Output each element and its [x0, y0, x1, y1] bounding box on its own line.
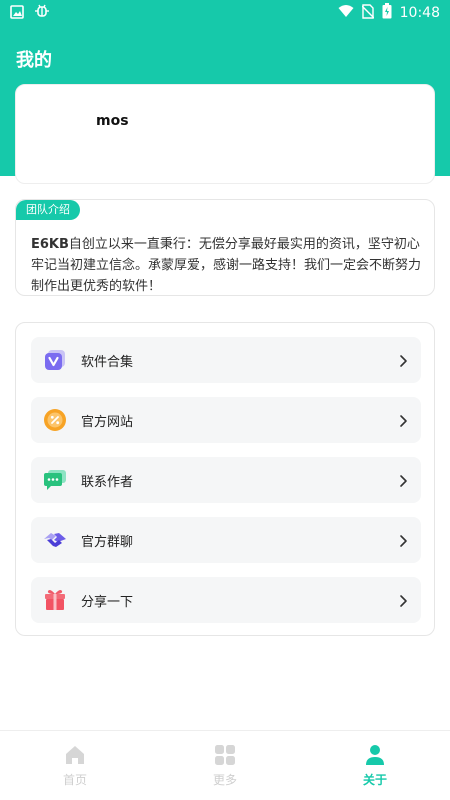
chevron-right-icon	[397, 353, 409, 367]
menu-item-share[interactable]: 分享一下	[31, 577, 421, 623]
bottom-tab-bar: 首页 更多 关于	[0, 730, 450, 800]
menu-item-label: 官方网站	[81, 414, 134, 430]
chevron-right-icon	[397, 593, 409, 607]
menu-item-software-collection[interactable]: 软件合集	[31, 337, 421, 383]
team-intro-text: E6KB自创立以来一直秉行：无偿分享最好最实用的资讯，坚守初心牢记当初建立信念。…	[31, 234, 426, 297]
team-brand: E6KB	[31, 237, 69, 252]
status-time: 10:48	[399, 5, 440, 21]
tab-label: 更多	[212, 773, 237, 787]
menu-item-contact-author[interactable]: 联系作者	[31, 457, 421, 503]
tab-about[interactable]: 关于	[300, 731, 450, 800]
tab-label: 关于	[362, 773, 387, 787]
team-intro-badge: 团队介绍	[16, 200, 80, 220]
menu-card: 软件合集 官方网站 联系作者 官方群聊 分享一下	[15, 322, 435, 636]
team-intro-card: 团队介绍 E6KB自创立以来一直秉行：无偿分享最好最实用的资讯，坚守初心牢记当初…	[15, 199, 435, 296]
menu-item-label: 联系作者	[81, 474, 134, 490]
chevron-right-icon	[397, 533, 409, 547]
page-title: 我的	[16, 50, 52, 71]
menu-item-label: 软件合集	[81, 354, 134, 370]
bug-notification-icon	[34, 3, 50, 23]
status-bar: 10:48	[0, 0, 450, 26]
battery-charging-icon	[382, 3, 392, 23]
wifi-icon	[338, 4, 354, 22]
person-icon	[363, 743, 387, 767]
software-collection-icon	[43, 348, 67, 372]
chevron-right-icon	[397, 413, 409, 427]
official-website-icon	[43, 408, 67, 432]
home-icon	[63, 743, 87, 767]
tab-more[interactable]: 更多	[150, 731, 300, 800]
profile-name: mos	[96, 113, 129, 129]
contact-author-icon	[43, 468, 67, 492]
gallery-notification-icon	[10, 4, 24, 23]
menu-item-official-website[interactable]: 官方网站	[31, 397, 421, 443]
share-gift-icon	[43, 588, 67, 612]
tab-label: 首页	[62, 773, 87, 787]
menu-item-official-group[interactable]: 官方群聊	[31, 517, 421, 563]
tab-home[interactable]: 首页	[0, 731, 150, 800]
official-group-icon	[43, 528, 67, 552]
grid-icon	[213, 743, 237, 767]
no-sim-icon	[361, 3, 375, 23]
menu-item-label: 分享一下	[81, 594, 134, 610]
menu-item-label: 官方群聊	[81, 534, 134, 550]
team-description: 自创立以来一直秉行：无偿分享最好最实用的资讯，坚守初心牢记当初建立信念。承蒙厚爱…	[31, 237, 422, 294]
profile-card[interactable]: mos	[15, 84, 435, 184]
chevron-right-icon	[397, 473, 409, 487]
